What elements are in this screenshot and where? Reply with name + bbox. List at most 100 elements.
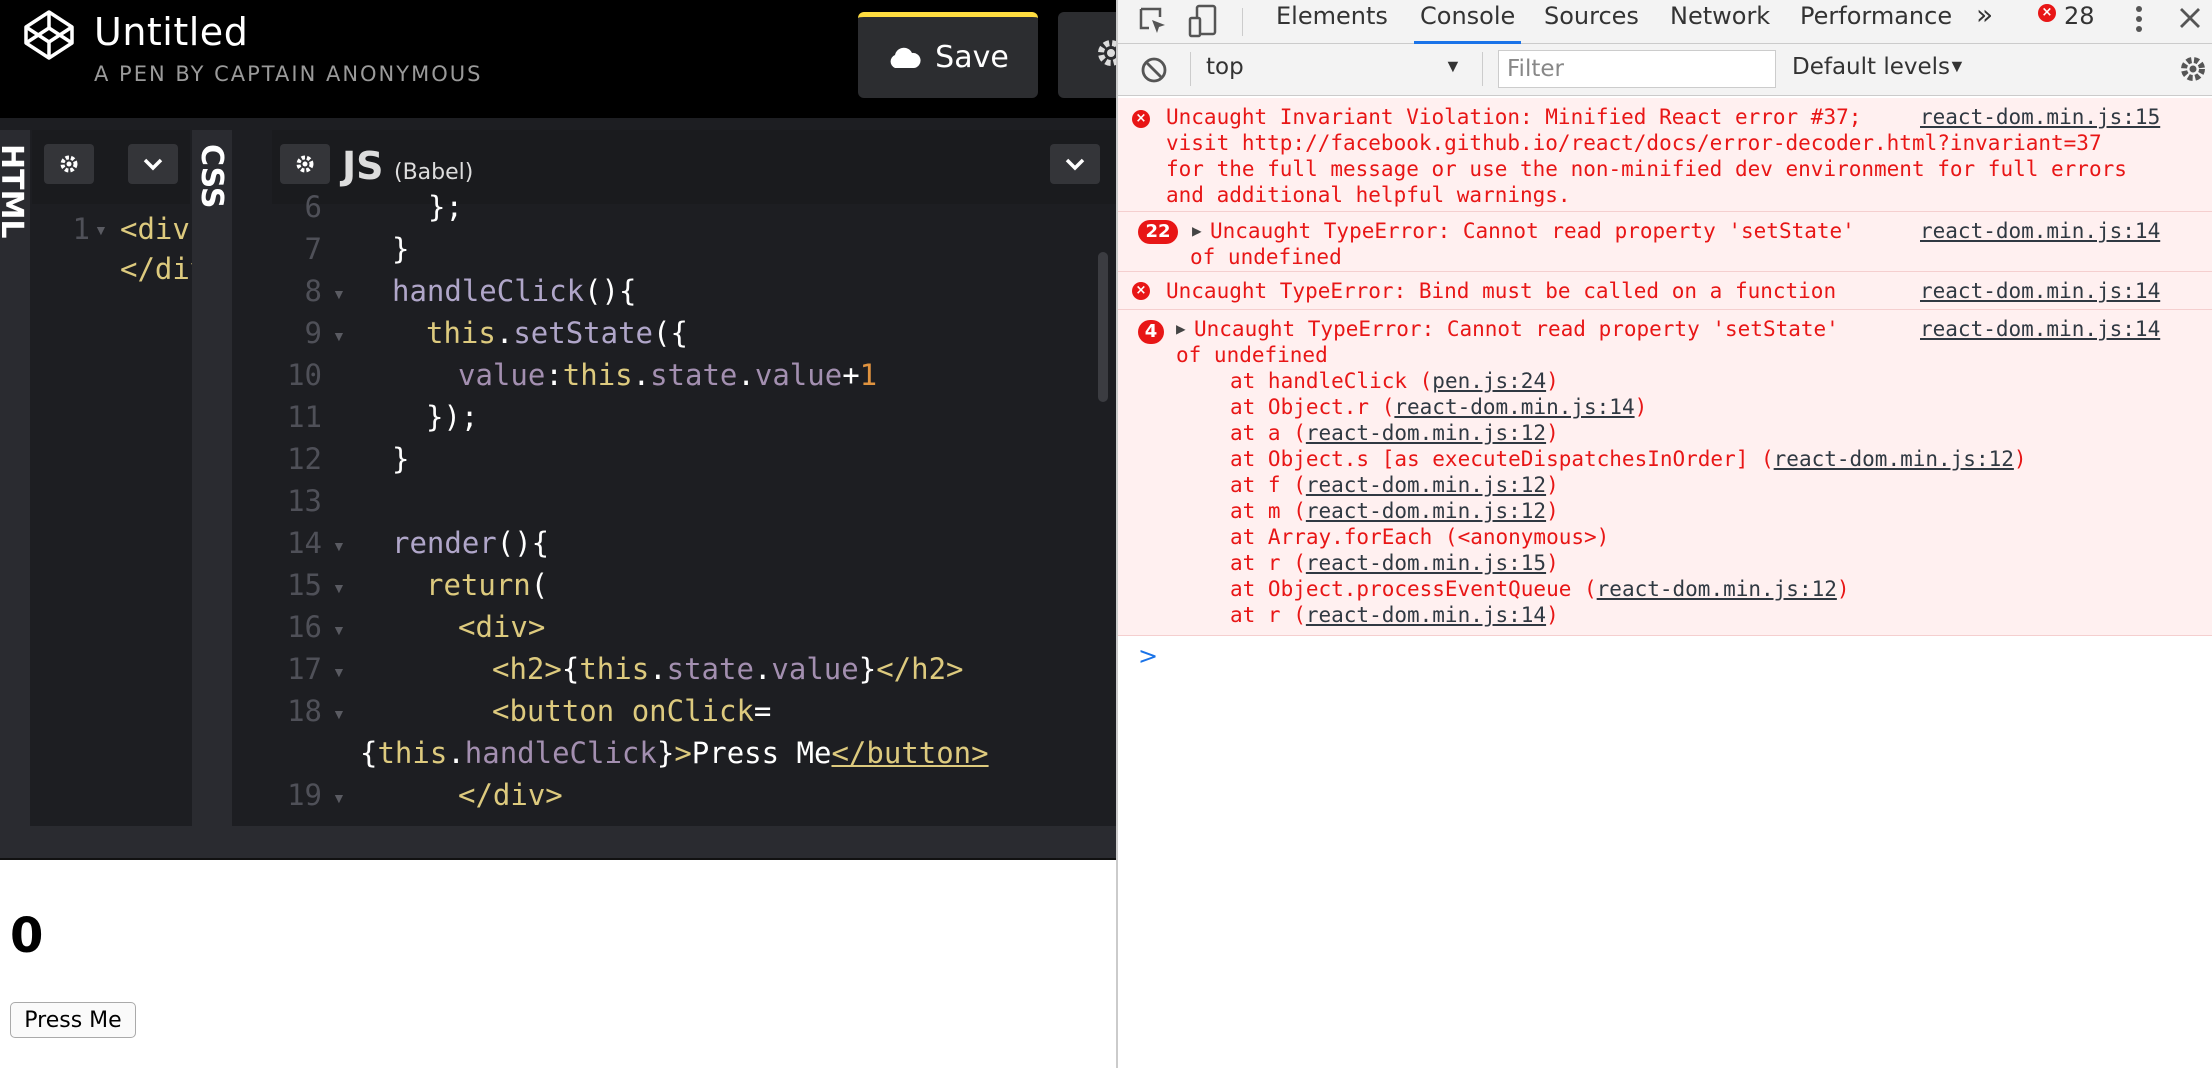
- js-code-line: value:this.state.value+1: [458, 358, 878, 392]
- tab-sources[interactable]: Sources: [1544, 0, 1639, 44]
- tab-console[interactable]: Console: [1414, 0, 1522, 44]
- default-levels-select[interactable]: Default levels: [1792, 54, 1950, 80]
- fold-arrow-icon[interactable]: ▼: [332, 790, 346, 806]
- device-toggle-icon[interactable]: [1188, 4, 1218, 38]
- fold-arrow-icon[interactable]: ▼: [332, 286, 346, 302]
- js-code-line: <div>: [458, 610, 546, 644]
- console-messages: × Uncaught Invariant Violation: Minified…: [1118, 96, 2212, 1068]
- kebab-menu-icon[interactable]: [2134, 4, 2144, 34]
- js-collapse-button[interactable]: [1050, 144, 1100, 184]
- codepen-logo-icon[interactable]: [22, 8, 76, 62]
- error-url-text[interactable]: visit http://facebook.github.io/react/do…: [1166, 131, 2102, 155]
- devtools-panel: Elements Console Sources Network Perform…: [1116, 0, 2212, 1068]
- expand-triangle-icon[interactable]: ▶: [1176, 316, 1186, 342]
- css-editor-area[interactable]: [232, 130, 272, 826]
- stack-frame-text: ): [1634, 395, 1648, 419]
- line-number: 10: [287, 358, 322, 392]
- line-number: 17: [287, 652, 322, 686]
- stack-frame-text: ): [1546, 499, 1559, 523]
- save-button[interactable]: Save: [858, 12, 1038, 98]
- line-number: 19: [287, 778, 322, 812]
- js-code-line: return(: [426, 568, 549, 602]
- fold-arrow-icon[interactable]: ▼: [94, 222, 108, 238]
- error-text: of undefined: [1190, 245, 1342, 269]
- error-icon: ×: [1132, 110, 1150, 128]
- stack-frame-link[interactable]: react-dom.min.js:12: [1597, 577, 1837, 601]
- stack-frame: at r (react-dom.min.js:15): [1230, 550, 1559, 576]
- more-tabs-button[interactable]: »: [1976, 0, 1993, 44]
- clear-console-icon[interactable]: [1140, 56, 1168, 84]
- js-code-line: {this.handleClick}>Press Me</button>: [360, 736, 989, 770]
- html-settings-button[interactable]: [44, 144, 94, 184]
- console-error-message[interactable]: 4 ▶ Uncaught TypeError: Cannot read prop…: [1118, 310, 2212, 636]
- js-settings-button[interactable]: [280, 144, 330, 184]
- stack-frame-link[interactable]: react-dom.min.js:12: [1306, 499, 1546, 523]
- error-count[interactable]: 28: [2064, 0, 2095, 44]
- fold-arrow-icon[interactable]: ▼: [332, 538, 346, 554]
- source-link[interactable]: react-dom.min.js:15: [1920, 104, 2160, 130]
- stack-frame-link[interactable]: pen.js:24: [1432, 369, 1546, 393]
- source-link[interactable]: react-dom.min.js:14: [1920, 218, 2160, 244]
- js-editor[interactable]: JS (Babel) 6 7 8 ▼ 9 ▼ 10 11 12 13 14 ▼ 15 ▼ 16 ▼ 17 ▼ 18 ▼…: [272, 130, 1116, 826]
- line-number: 6: [304, 190, 322, 224]
- close-icon[interactable]: [2178, 6, 2202, 30]
- console-prompt[interactable]: >: [1138, 642, 1158, 670]
- html-editor-header: [32, 130, 190, 204]
- line-number: 18: [287, 694, 322, 728]
- source-link[interactable]: react-dom.min.js:14: [1920, 316, 2160, 342]
- console-error-message[interactable]: 22 ▶ Uncaught TypeError: Cannot read pro…: [1118, 212, 2212, 272]
- js-preprocessor-label: (Babel): [394, 160, 474, 185]
- line-number: 1: [72, 212, 90, 246]
- js-code-line: </div>: [458, 778, 563, 812]
- js-code-line: }: [392, 232, 410, 266]
- stack-frame-text: at r (: [1230, 551, 1306, 575]
- tab-performance[interactable]: Performance: [1800, 0, 1952, 44]
- js-code-line: };: [428, 190, 463, 224]
- fold-arrow-icon[interactable]: ▼: [332, 706, 346, 722]
- stack-frame-text: ): [2013, 447, 2027, 471]
- stack-frame-link[interactable]: react-dom.min.js:14: [1306, 603, 1546, 627]
- chevron-down-icon: [1065, 158, 1085, 171]
- error-text: for the full message or use the non-mini…: [1166, 157, 2127, 181]
- cloud-icon: [890, 47, 921, 68]
- fold-arrow-icon[interactable]: ▼: [332, 622, 346, 638]
- error-text: Uncaught TypeError: Bind must be called …: [1166, 279, 1837, 303]
- line-number: 16: [287, 610, 322, 644]
- expand-triangle-icon[interactable]: ▶: [1192, 218, 1202, 244]
- fold-arrow-icon[interactable]: ▼: [332, 328, 346, 344]
- stack-frame-link[interactable]: react-dom.min.js:14: [1394, 395, 1634, 419]
- toolbar-separator: [1190, 52, 1191, 86]
- header-divider: [0, 118, 1116, 130]
- context-dropdown-icon[interactable]: ▼: [1444, 56, 1462, 77]
- fold-arrow-icon[interactable]: ▼: [332, 664, 346, 680]
- context-select[interactable]: top: [1206, 54, 1244, 80]
- stack-frame-link[interactable]: react-dom.min.js:12: [1306, 473, 1546, 497]
- stack-frame-link[interactable]: react-dom.min.js:12: [1774, 447, 2014, 471]
- gear-icon[interactable]: [2178, 54, 2208, 84]
- error-text: Uncaught Invariant Violation: Minified R…: [1166, 105, 1862, 129]
- html-editor[interactable]: HTML 1 ▼ <div </div: [0, 130, 207, 826]
- css-editor-tab[interactable]: CSS: [192, 130, 232, 826]
- stack-frame: at handleClick (pen.js:24): [1230, 368, 1559, 394]
- save-label: Save: [935, 40, 1009, 75]
- inspect-element-icon[interactable]: [1138, 6, 1168, 36]
- tab-elements[interactable]: Elements: [1276, 0, 1388, 44]
- filter-input[interactable]: Filter: [1498, 50, 1776, 88]
- stack-frame-link[interactable]: react-dom.min.js:12: [1306, 421, 1546, 445]
- html-collapse-button[interactable]: [128, 144, 178, 184]
- html-editor-tab[interactable]: HTML: [0, 130, 30, 826]
- fold-arrow-icon[interactable]: ▼: [332, 580, 346, 596]
- stack-frame-text: ): [1836, 577, 1850, 601]
- stack-frame-link[interactable]: react-dom.min.js:15: [1306, 551, 1546, 575]
- line-number: 14: [287, 526, 322, 560]
- editor-resize-bar[interactable]: [0, 826, 1116, 860]
- pen-settings-button[interactable]: [1058, 12, 1116, 98]
- pen-title[interactable]: Untitled: [94, 10, 248, 54]
- tab-network[interactable]: Network: [1670, 0, 1770, 44]
- error-text: and additional helpful warnings.: [1166, 183, 1571, 207]
- source-link[interactable]: react-dom.min.js:14: [1920, 278, 2160, 304]
- stack-frame-text: at Array.forEach (<anonymous>): [1230, 525, 1610, 549]
- js-scrollbar[interactable]: [1098, 252, 1108, 402]
- press-me-button[interactable]: Press Me: [10, 1002, 136, 1038]
- levels-dropdown-icon[interactable]: ▼: [1948, 56, 1966, 77]
